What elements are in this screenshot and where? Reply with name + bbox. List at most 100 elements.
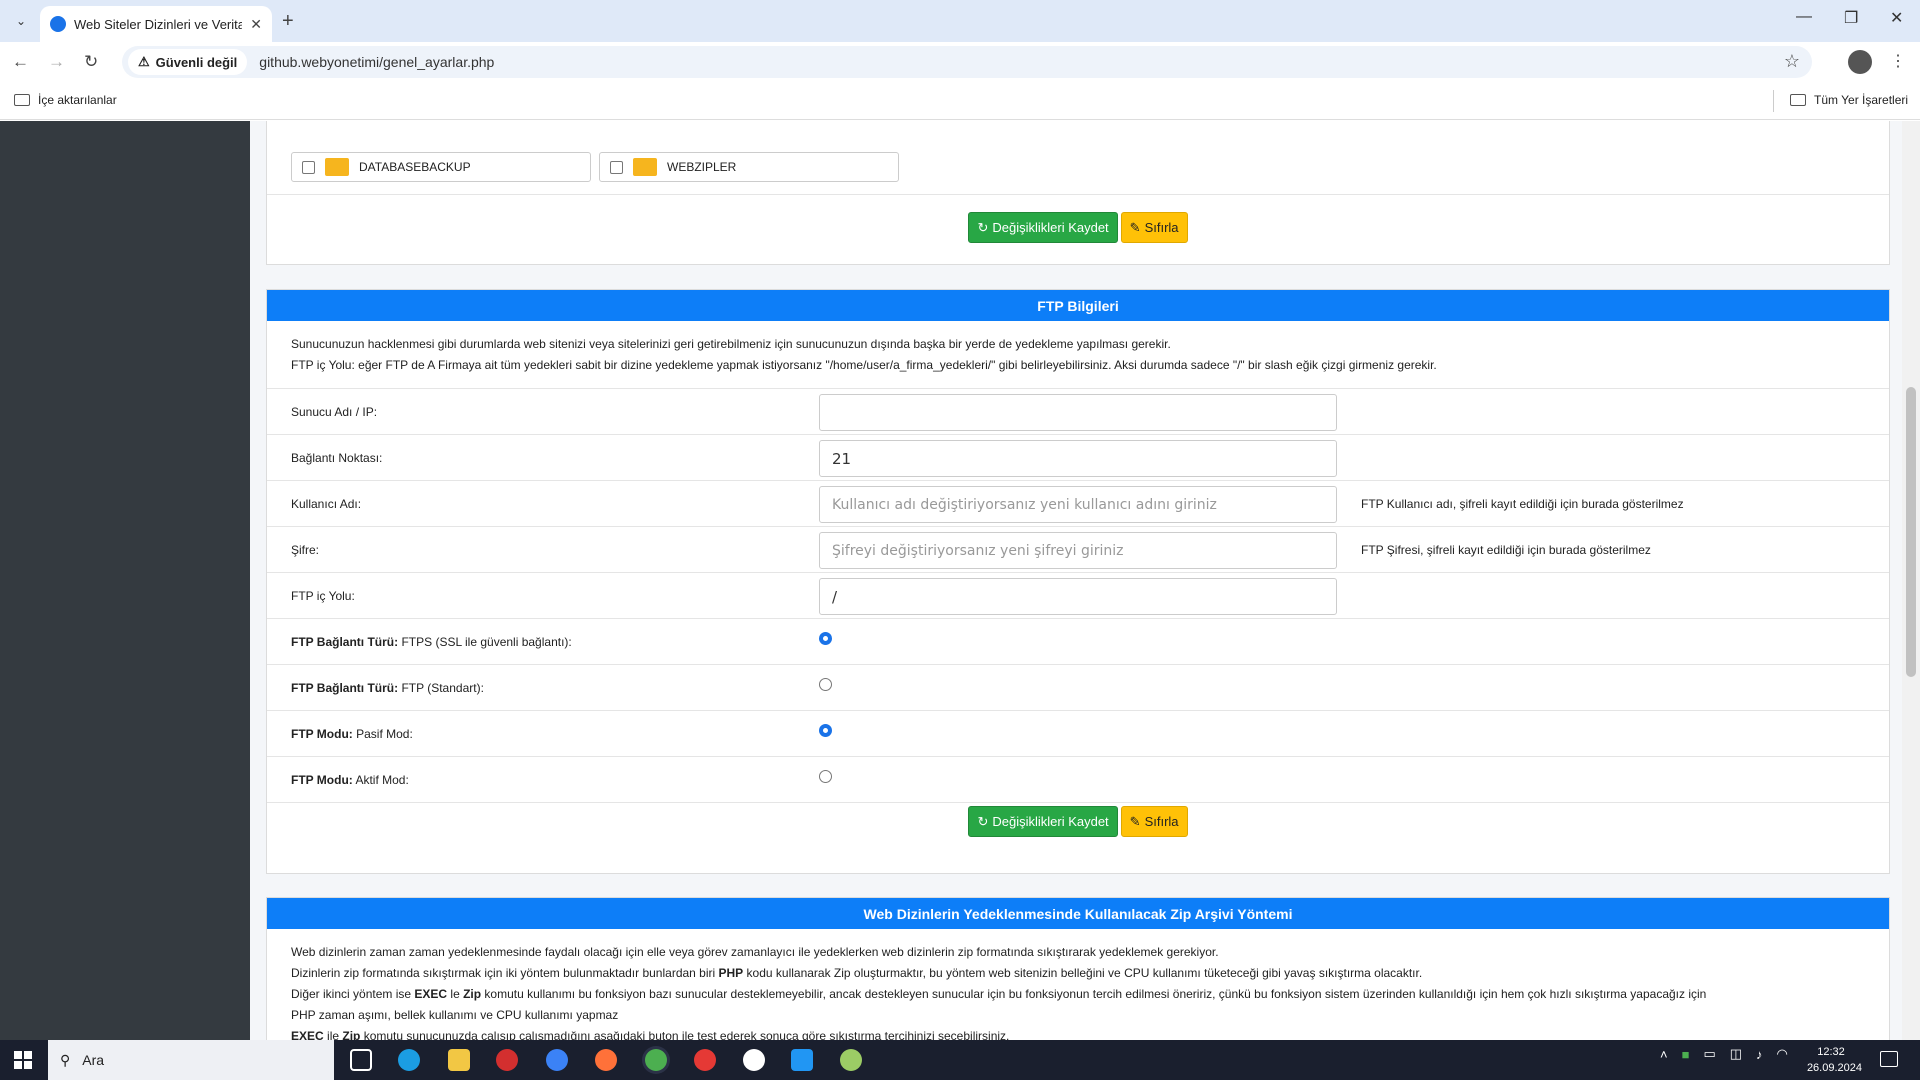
zip-line3-e: komutu kullanımı bu fonksiyon bazı sunuc…: [481, 987, 1707, 1001]
zip-line5-d: komutu sunucunuzda çalışıp çalışmadığını…: [360, 1029, 1010, 1040]
bookmark-star-icon[interactable]: ☆: [1784, 51, 1800, 72]
volume-icon[interactable]: ♪: [1756, 1047, 1763, 1062]
ftp-reset-button[interactable]: ✎ Sıfırla: [1120, 806, 1188, 837]
minimize-icon[interactable]: —: [1796, 8, 1812, 26]
active-label: FTP Modu: Aktif Mod:: [291, 773, 409, 787]
zip-line1: Web dizinlerin zaman zaman yedeklenmesin…: [291, 945, 1219, 959]
tab-close-icon[interactable]: ✕: [250, 16, 262, 33]
taskbar-search[interactable]: ⚲ Ara: [48, 1040, 334, 1080]
active-label-text: Aktif Mod:: [352, 773, 409, 787]
site-favicon-icon: [50, 16, 66, 32]
vscode-icon[interactable]: [791, 1049, 813, 1071]
folder-icon: [325, 158, 349, 176]
ftp-save-changes-button[interactable]: ↻ Değişiklikleri Kaydet: [968, 806, 1118, 837]
mode-bold: FTP Modu:: [291, 727, 353, 741]
windows-start-icon[interactable]: [14, 1051, 32, 1069]
passive-label-text: Pasif Mod:: [352, 727, 413, 741]
username-label: Kullanıcı Adı:: [291, 497, 362, 511]
window-close-icon[interactable]: ✕: [1890, 8, 1903, 28]
conn-type-bold: FTP Bağlantı Türü:: [291, 681, 399, 695]
search-icon: ⚲: [60, 1051, 71, 1068]
opera-icon[interactable]: [694, 1049, 716, 1071]
port-input[interactable]: 21: [819, 440, 1337, 477]
ftp-password-row: Şifre: Şifreyi değiştiriyorsanız yeni şi…: [267, 527, 1889, 573]
forward-arrow-icon[interactable]: →: [48, 52, 65, 72]
file-explorer-icon[interactable]: [448, 1049, 470, 1071]
active-mode-radio[interactable]: [819, 770, 832, 783]
ftp-card-header: FTP Bilgileri: [267, 290, 1889, 321]
chrome-icon[interactable]: [645, 1049, 667, 1071]
notification-icon[interactable]: [1880, 1051, 1898, 1067]
ftp-standard-radio[interactable]: [819, 678, 832, 691]
zip-line4: PHP zaman aşımı, bellek kullanımı ve CPU…: [291, 1008, 619, 1022]
ftp-standard-label: FTP Bağlantı Türü: FTP (Standart):: [291, 681, 484, 695]
passive-mode-radio[interactable]: [819, 724, 832, 737]
zip-line2: Dizinlerin zip formatında sıkıştırmak iç…: [291, 963, 1865, 984]
edge-icon[interactable]: [398, 1049, 420, 1071]
ftps-label-text: FTPS (SSL ile güvenli bağlantı):: [398, 635, 572, 649]
active-mode-row: FTP Modu: Aktif Mod:: [267, 757, 1889, 803]
new-tab-plus-icon[interactable]: +: [282, 10, 294, 33]
bookmark-all[interactable]: Tüm Yer İşaretleri: [1790, 93, 1908, 107]
browser-tab-active[interactable]: Web Siteler Dizinleri ve Veritab ✕: [40, 6, 272, 42]
bookmark-imported[interactable]: İçe aktarılanlar: [14, 93, 117, 107]
tab-search-chevron-icon[interactable]: ⌄: [10, 10, 32, 32]
tray-chevron-up-icon[interactable]: ˄: [1660, 1047, 1668, 1062]
reset-button[interactable]: ✎ Sıfırla: [1120, 212, 1188, 243]
reload-icon[interactable]: ↻: [84, 52, 98, 72]
ftp-button-row: ↻ Değişiklikleri Kaydet ✎ Sıfırla: [267, 806, 1889, 837]
server-input[interactable]: [819, 394, 1337, 431]
folder-outline-icon: [1790, 94, 1806, 106]
reset-button-label: Sıfırla: [1144, 220, 1179, 235]
dir-item-databasebackup[interactable]: DATABASEBACKUP: [291, 152, 591, 182]
power-app-icon[interactable]: [496, 1049, 518, 1071]
app-icon[interactable]: [840, 1049, 862, 1071]
profile-avatar[interactable]: [1848, 50, 1872, 74]
save-button-label: Değişiklikleri Kaydet: [992, 220, 1109, 235]
zip-line5-c: Zip: [342, 1029, 361, 1040]
zip-line2-c: kodu kullanarak Zip oluşturmaktır, bu yö…: [743, 966, 1423, 980]
address-bar[interactable]: ⚠ Güvenli değil github.webyonetimi/genel…: [122, 46, 1812, 78]
display-icon[interactable]: ◫: [1730, 1046, 1742, 1062]
back-arrow-icon[interactable]: ←: [12, 52, 29, 72]
path-input[interactable]: /: [819, 578, 1337, 615]
tray-app-icon[interactable]: ■: [1682, 1047, 1690, 1062]
ftps-row: FTP Bağlantı Türü: FTPS (SSL ile güvenli…: [267, 619, 1889, 665]
firefox-icon[interactable]: [595, 1049, 617, 1071]
password-input[interactable]: Şifreyi değiştiriyorsanız yeni şifreyi g…: [819, 532, 1337, 569]
ftp-description: Sunucunuzun hacklenmesi gibi durumlarda …: [267, 321, 1889, 389]
eraser-icon: ✎: [1129, 219, 1141, 235]
bookmark-imported-label: İçe aktarılanlar: [38, 93, 117, 107]
url-text[interactable]: github.webyonetimi/genel_ayarlar.php: [259, 54, 494, 70]
yandex-icon[interactable]: [743, 1049, 765, 1071]
taskbar-clock[interactable]: 12:32 26.09.2024: [1800, 1044, 1862, 1076]
dir-checkbox[interactable]: [302, 160, 315, 174]
network-icon[interactable]: ◠: [1777, 1046, 1788, 1062]
security-chip[interactable]: ⚠ Güvenli değil: [128, 49, 248, 75]
ftp-card: FTP Bilgileri Sunucunuzun hacklenmesi gi…: [266, 289, 1890, 874]
zip-line3-d: Zip: [463, 987, 482, 1001]
port-label: Bağlantı Noktası:: [291, 451, 383, 465]
system-tray: ˄ ■ ▭ ◫ ♪ ◠: [1660, 1046, 1788, 1062]
ftps-radio[interactable]: [819, 632, 832, 645]
restore-icon[interactable]: ❐: [1844, 8, 1858, 28]
zip-line3: Diğer ikinci yöntem ise EXEC le Zip komu…: [291, 984, 1865, 1005]
battery-icon[interactable]: ▭: [1703, 1046, 1715, 1062]
dir-checkbox[interactable]: [610, 160, 623, 174]
save-changes-button[interactable]: ↻ Değişiklikleri Kaydet: [968, 212, 1118, 243]
scrollbar-thumb[interactable]: [1906, 387, 1916, 677]
task-view-icon[interactable]: [350, 1049, 372, 1071]
zip-line5: EXEC ile Zip komutu sunucunuzda çalışıp …: [291, 1026, 1865, 1040]
page-scrollbar[interactable]: [1902, 121, 1920, 1040]
password-label: Şifre:: [291, 543, 320, 557]
zip-line3-b: EXEC: [414, 987, 448, 1001]
zip-line3-c: le: [447, 987, 464, 1001]
dir-label: DATABASEBACKUP: [359, 160, 471, 174]
passive-mode-row: FTP Modu: Pasif Mod:: [267, 711, 1889, 757]
passive-label: FTP Modu: Pasif Mod:: [291, 727, 413, 741]
browser-menu-icon[interactable]: ⋮: [1890, 51, 1906, 71]
username-input[interactable]: Kullanıcı adı değiştiriyorsanız yeni kul…: [819, 486, 1337, 523]
browser-app-icon[interactable]: [546, 1049, 568, 1071]
mode-bold: FTP Modu:: [291, 773, 353, 787]
dir-item-webzipler[interactable]: WEBZIPLER: [599, 152, 899, 182]
